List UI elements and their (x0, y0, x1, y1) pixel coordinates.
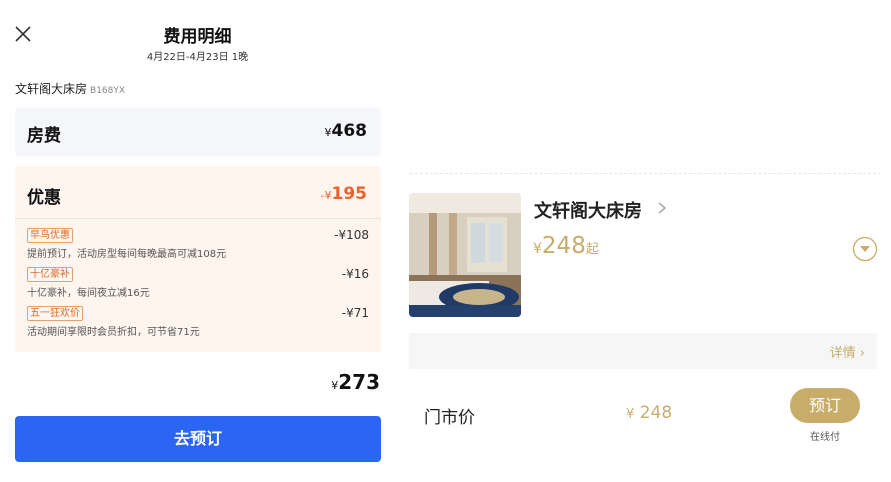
currency-symbol: ¥ (626, 407, 635, 422)
discount-label: 优惠 (27, 188, 61, 208)
book-button[interactable]: 去预订 (15, 416, 381, 462)
room-title[interactable]: 文轩阁大床房 (534, 197, 642, 223)
discount-tag: 早鸟优惠 (27, 228, 73, 243)
discount-item-amount: -¥71 (341, 306, 369, 320)
total-price: ¥273 (331, 370, 380, 394)
discount-value: 195 (331, 184, 368, 204)
discount-item: 十亿豪补 十亿豪补，每间夜立减16元 -¥16 (27, 267, 369, 303)
discount-amount: -¥195 (321, 184, 367, 204)
room-photo (409, 193, 521, 317)
detail-bar: 详情 › (409, 333, 877, 369)
discount-desc: 提前预订，活动房型每间每晚最高可减108元 (27, 249, 227, 260)
room-fee-box: 房费 ¥468 (15, 108, 381, 156)
currency-symbol: ¥ (533, 241, 542, 257)
rate-price: ¥ 248 (626, 403, 672, 423)
detail-link[interactable]: 详情 › (830, 342, 865, 361)
discount-tag: 十亿豪补 (27, 267, 73, 282)
discount-desc: 十亿豪补，每间夜立减16元 (27, 288, 150, 299)
total-value: 273 (338, 370, 380, 394)
divider (15, 218, 381, 219)
discount-item: 五一狂欢价 活动期间享限时会员折扣，可节省71元 -¥71 (27, 306, 369, 342)
room-thumbnail[interactable] (409, 193, 521, 317)
discount-item-amount: -¥16 (341, 267, 369, 281)
reserve-button[interactable]: 预订 (790, 388, 860, 423)
discount-desc: 活动期间享限时会员折扣，可节省71元 (27, 327, 200, 338)
rate-name: 门市价 (424, 408, 475, 428)
room-info: 文轩阁大床房 B168YX (15, 80, 125, 97)
fee-detail-panel: 费用明细 4月22日-4月23日 1晚 文轩阁大床房 B168YX 房费 ¥468… (0, 0, 395, 482)
room-price: ¥248起 (533, 233, 599, 259)
expand-icon[interactable] (852, 236, 878, 262)
divider (410, 173, 881, 174)
price-suffix: 起 (585, 242, 599, 257)
currency-symbol: ¥ (324, 189, 332, 202)
payment-type: 在线付 (810, 432, 840, 443)
room-fee-amount: ¥468 (325, 121, 368, 141)
room-code: B168YX (90, 86, 126, 96)
room-price-value: 248 (541, 233, 586, 259)
rate-price-value: 248 (639, 403, 673, 423)
discount-tag: 五一狂欢价 (27, 306, 83, 321)
currency-symbol: ¥ (324, 126, 332, 139)
panel-title: 费用明细 (163, 27, 232, 47)
room-fee-label: 房费 (27, 126, 61, 146)
room-list-panel: 文轩阁大床房 ¥248起 详情 › 门市价 ¥ 248 预订 在线付 (405, 0, 891, 482)
discount-item: 早鸟优惠 提前预订，活动房型每间每晚最高可减108元 -¥108 (27, 228, 369, 264)
stay-dates: 4月22日-4月23日 1晚 (146, 52, 249, 63)
discount-item-amount: -¥108 (334, 228, 369, 242)
detail-label: 详情 (829, 346, 856, 361)
room-name: 文轩阁大床房 (15, 82, 88, 96)
chevron-right-icon (658, 202, 667, 214)
discount-box: 优惠 -¥195 早鸟优惠 提前预订，活动房型每间每晚最高可减108元 -¥10… (15, 166, 381, 352)
room-fee-value: 468 (331, 121, 368, 141)
